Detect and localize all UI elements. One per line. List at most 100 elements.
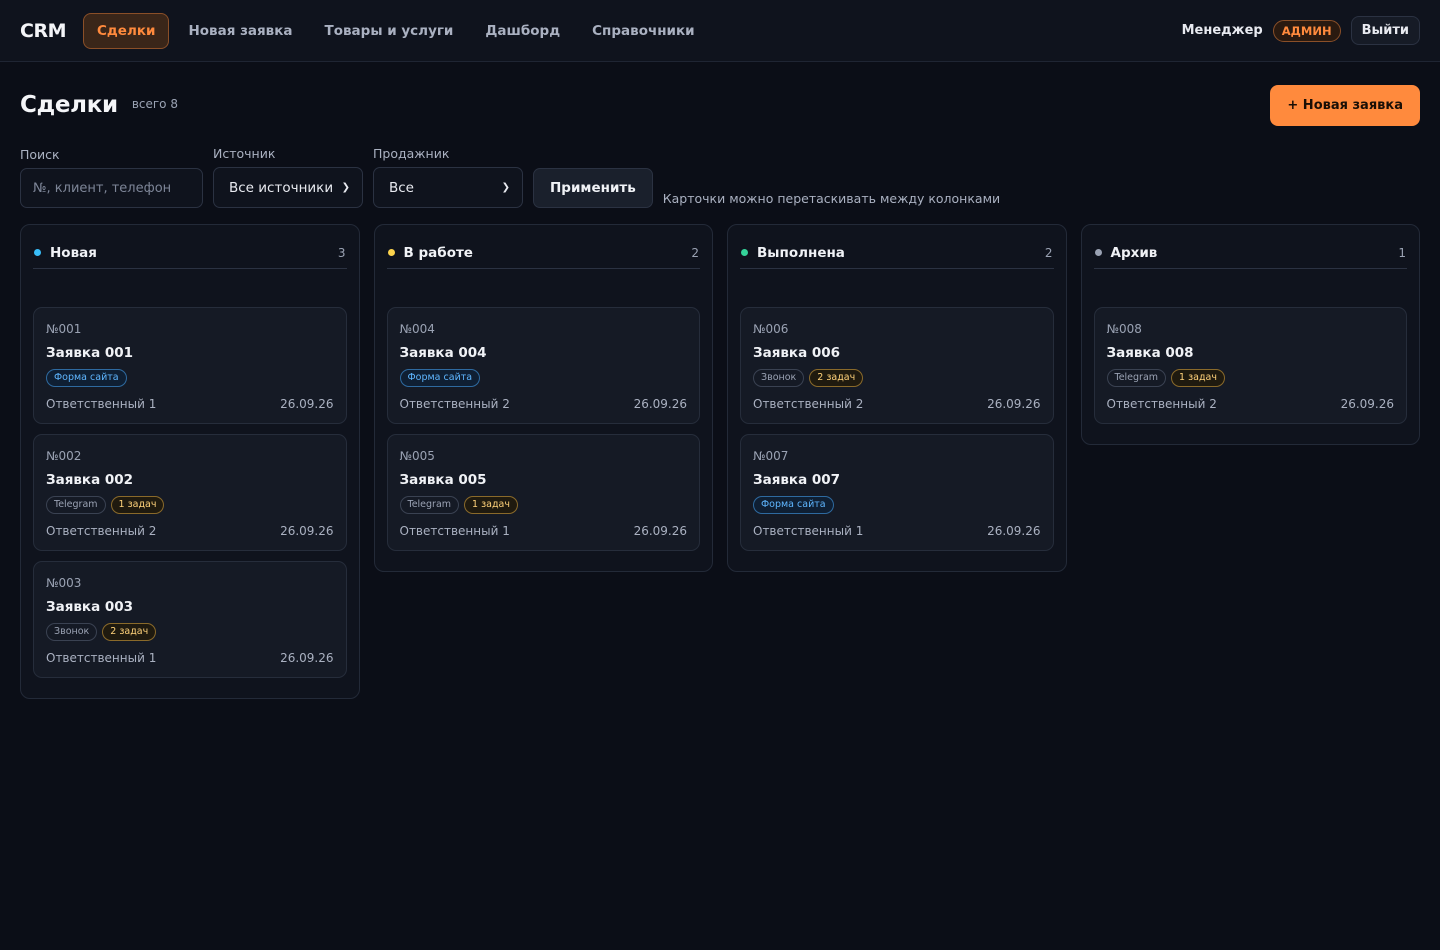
deal-date: 26.09.26 <box>633 397 687 411</box>
status-dot-icon <box>1094 249 1102 256</box>
column-header: Новая 3 <box>33 237 347 269</box>
card-footer: Ответственный 1 26.09.26 <box>400 524 688 538</box>
card-tag: Telegram <box>1106 369 1167 387</box>
card-tag: 2 задач <box>102 623 157 641</box>
page-title: Сделки <box>20 92 118 118</box>
page-header: Сделки всего 8 + Новая заявка <box>20 62 1420 148</box>
user-name: Менеджер <box>1181 23 1263 38</box>
deal-owner: Ответственный 2 <box>399 397 510 411</box>
deal-number: №004 <box>399 322 435 336</box>
seller-select[interactable]: Все ❯ <box>373 167 523 208</box>
status-dot-icon <box>34 249 41 256</box>
deal-card[interactable]: №006 Заявка 006 Звонок 2 задач Ответствен… <box>740 307 1054 424</box>
deal-card[interactable]: №007 Заявка 007 Форма сайта Ответственны… <box>740 434 1054 551</box>
column-header: В работе 2 <box>386 237 700 269</box>
deal-title: Заявка 006 <box>753 345 841 361</box>
chevron-down-icon: ❯ <box>341 182 350 193</box>
deal-date: 26.09.26 <box>987 397 1041 411</box>
deal-date: 26.09.26 <box>1340 397 1394 411</box>
deal-title: Заявка 008 <box>1106 345 1194 361</box>
deal-date: 26.09.26 <box>280 651 334 665</box>
card-footer: Ответственный 2 26.09.26 <box>753 397 1041 411</box>
card-tag: Звонок <box>753 369 805 387</box>
deal-date: 26.09.26 <box>987 524 1041 538</box>
deal-number: №007 <box>753 449 789 463</box>
drag-hint: Карточки можно перетаскивать между колон… <box>662 191 1001 206</box>
deal-owner: Ответственный 1 <box>399 524 510 538</box>
card-tags: Звонок 2 задач <box>46 623 334 641</box>
logout-button[interactable]: Выйти <box>1350 16 1420 45</box>
card-tags: Telegram 1 задач <box>46 496 334 514</box>
deal-card[interactable]: №008 Заявка 008 Telegram 1 задач Ответств… <box>1093 307 1407 424</box>
column-header: Выполнена 2 <box>740 237 1054 269</box>
deal-owner: Ответственный 1 <box>753 524 864 538</box>
nav-dashboard[interactable]: Дашборд <box>469 14 576 48</box>
card-tag: Telegram <box>399 496 460 514</box>
deal-owner: Ответственный 2 <box>46 524 157 538</box>
deal-number: №005 <box>399 449 435 463</box>
deal-owner: Ответственный 2 <box>1106 397 1217 411</box>
card-tag: 1 задач <box>1171 369 1225 387</box>
nav-deals[interactable]: Сделки <box>82 12 170 49</box>
card-footer: Ответственный 1 26.09.26 <box>753 524 1041 538</box>
card-tags: Telegram 1 задач <box>399 496 688 514</box>
deal-card[interactable]: №004 Заявка 004 Форма сайта Ответственны… <box>386 307 700 424</box>
deal-number: №001 <box>46 322 82 336</box>
kanban-column[interactable]: В работе 2 №004 Заявка 004 Форма сайта О… <box>373 224 713 572</box>
kanban-column[interactable]: Новая 3 №001 Заявка 001 Форма сайта Отве… <box>20 224 360 699</box>
deal-owner: Ответственный 1 <box>46 651 157 665</box>
deal-card[interactable]: №005 Заявка 005 Telegram 1 задач Ответств… <box>386 434 700 551</box>
deal-number: №006 <box>753 322 789 336</box>
card-tags: Звонок 2 задач <box>753 369 1041 387</box>
new-request-button[interactable]: + Новая заявка <box>1270 84 1420 126</box>
app-logo[interactable]: CRM <box>20 20 66 42</box>
nav-products-services[interactable]: Товары и услуги <box>309 14 470 48</box>
card-tag: 2 задач <box>809 369 864 387</box>
card-tag: Форма сайта <box>753 496 834 514</box>
kanban-column[interactable]: Выполнена 2 №006 Заявка 006 Звонок 2 зада… <box>727 224 1067 572</box>
card-footer: Ответственный 2 26.09.26 <box>400 397 688 411</box>
card-tag: Telegram <box>46 496 106 514</box>
deal-card[interactable]: №002 Заявка 002 Telegram 1 задач Ответств… <box>33 434 347 551</box>
search-input[interactable]: №, клиент, телефон <box>20 168 203 208</box>
card-footer: Ответственный 2 26.09.26 <box>46 524 334 538</box>
seller-select-value: Все <box>389 179 414 196</box>
card-tags: Форма сайта <box>46 369 334 387</box>
deal-number: №002 <box>46 449 82 463</box>
deal-title: Заявка 007 <box>753 472 841 488</box>
deal-number: №003 <box>46 576 82 590</box>
deal-title: Заявка 001 <box>46 345 134 361</box>
card-tags: Telegram 1 задач <box>1106 369 1395 387</box>
card-tag: Форма сайта <box>399 369 481 387</box>
nav-directories[interactable]: Справочники <box>576 14 711 48</box>
nav-new-request[interactable]: Новая заявка <box>172 14 308 48</box>
role-badge: АДМИН <box>1272 19 1341 42</box>
seller-label: Продажник <box>373 146 450 161</box>
card-tag: Форма сайта <box>46 369 127 387</box>
card-tag: Звонок <box>46 623 98 641</box>
card-tag: 1 задач <box>464 496 518 514</box>
source-select-value: Все источники <box>229 179 334 196</box>
card-tags: Форма сайта <box>399 369 688 387</box>
deal-number: №008 <box>1106 322 1142 336</box>
apply-filters-button[interactable]: Применить <box>533 168 653 208</box>
deal-owner: Ответственный 2 <box>753 397 864 411</box>
column-title: Новая <box>50 244 97 261</box>
status-dot-icon <box>387 249 395 256</box>
chevron-down-icon: ❯ <box>501 182 510 193</box>
search-label: Поиск <box>20 147 60 162</box>
deal-owner: Ответственный 1 <box>46 397 157 411</box>
column-count: 3 <box>337 245 346 260</box>
deal-date: 26.09.26 <box>280 397 334 411</box>
deal-title: Заявка 004 <box>399 345 487 361</box>
deal-date: 26.09.26 <box>633 524 687 538</box>
deal-card[interactable]: №001 Заявка 001 Форма сайта Ответственны… <box>33 307 347 424</box>
deal-title: Заявка 002 <box>46 472 134 488</box>
source-select[interactable]: Все источники ❯ <box>213 167 363 208</box>
column-title: Архив <box>1110 244 1158 261</box>
column-count: 2 <box>691 245 699 260</box>
card-tag: 1 задач <box>110 496 165 514</box>
kanban-column[interactable]: Архив 1 №008 Заявка 008 Telegram 1 задач … <box>1080 224 1420 445</box>
deal-card[interactable]: №003 Заявка 003 Звонок 2 задач Ответствен… <box>33 561 347 678</box>
kanban-board: Новая 3 №001 Заявка 001 Форма сайта Отве… <box>20 224 1420 699</box>
